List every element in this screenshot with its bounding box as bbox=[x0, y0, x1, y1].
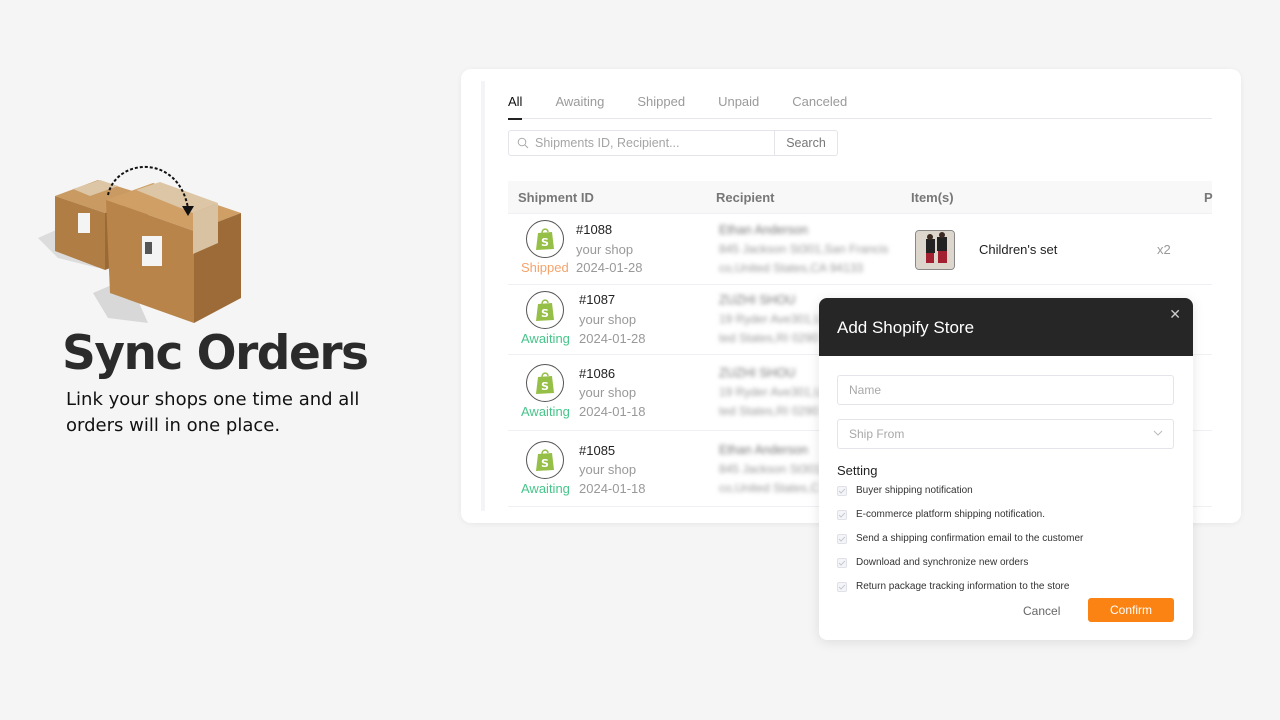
tab-awaiting[interactable]: Awaiting bbox=[555, 91, 604, 119]
status-label: Awaiting bbox=[521, 404, 570, 419]
order-date: 2024-01-18 bbox=[579, 481, 646, 496]
boxes-illustration bbox=[38, 158, 248, 328]
close-icon[interactable]: ✕ bbox=[1169, 306, 1181, 323]
recipient-address-line2: co,United States,CA 94133 bbox=[719, 261, 864, 275]
table-header: Shipment ID Recipient Item(s) P bbox=[508, 181, 1213, 214]
recipient-address-line1: 19 Ryder Ave301,U bbox=[719, 312, 823, 326]
option-return-tracking-info[interactable]: Return package tracking information to t… bbox=[837, 581, 1069, 592]
dialog-title: Add Shopify Store bbox=[837, 318, 975, 337]
svg-text:S: S bbox=[541, 457, 549, 470]
dialog-header: Add Shopify Store ✕ bbox=[819, 298, 1193, 356]
status-label: Shipped bbox=[521, 260, 569, 275]
order-date: 2024-01-28 bbox=[579, 331, 646, 346]
shipment-id[interactable]: #1085 bbox=[579, 443, 615, 458]
order-date: 2024-01-18 bbox=[579, 404, 646, 419]
checkbox[interactable] bbox=[837, 581, 847, 592]
checkbox[interactable] bbox=[837, 509, 847, 520]
recipient-address-line2: co,United States,C bbox=[719, 481, 820, 495]
status-label: Awaiting bbox=[521, 481, 570, 496]
option-ecommerce-shipping-notification[interactable]: E-commerce platform shipping notificatio… bbox=[837, 509, 1045, 520]
search-button[interactable]: Search bbox=[774, 131, 837, 155]
recipient-name: ZUZHI SHOU bbox=[719, 366, 796, 380]
order-date: 2024-01-28 bbox=[576, 260, 643, 275]
shipment-id[interactable]: #1086 bbox=[579, 366, 615, 381]
shop-name: your shop bbox=[579, 312, 637, 327]
shopify-icon: S bbox=[526, 441, 564, 479]
item-quantity: x2 bbox=[1157, 242, 1171, 257]
column-header-shipment-id: Shipment ID bbox=[518, 190, 594, 205]
hero-title: Sync Orders bbox=[62, 326, 369, 381]
cancel-button[interactable]: Cancel bbox=[1023, 604, 1060, 618]
tab-unpaid[interactable]: Unpaid bbox=[718, 91, 759, 119]
scrollbar-track bbox=[481, 81, 485, 511]
recipient-address-line1: 845 Jackson St301,San Francis bbox=[719, 242, 889, 256]
checkbox[interactable] bbox=[837, 485, 847, 496]
ship-from-select[interactable]: Ship From bbox=[837, 419, 1174, 449]
svg-text:S: S bbox=[541, 380, 549, 393]
checkbox[interactable] bbox=[837, 557, 847, 568]
recipient-info: ZUZHI SHOU 19 Ryder Ave301,U ted States,… bbox=[719, 291, 823, 348]
svg-text:S: S bbox=[541, 236, 549, 249]
ship-from-placeholder: Ship From bbox=[849, 427, 905, 441]
column-header-recipient: Recipient bbox=[716, 190, 775, 205]
recipient-info: Ethan Anderson 845 Jackson St301,San Fra… bbox=[719, 221, 888, 278]
shop-name: your shop bbox=[579, 462, 637, 477]
hero-subtitle: Link your shops one time and all orders … bbox=[66, 389, 360, 436]
confirm-button[interactable]: Confirm bbox=[1088, 598, 1174, 622]
recipient-info: ZUZHI SHOU 19 Ryder Ave301,U ted States,… bbox=[719, 364, 823, 421]
item-name: Children's set bbox=[979, 242, 1058, 257]
shop-name: your shop bbox=[576, 242, 634, 257]
shopify-icon: S bbox=[526, 220, 564, 258]
search-icon bbox=[517, 137, 529, 149]
shopify-icon: S bbox=[526, 291, 564, 329]
item-thumbnail bbox=[915, 230, 955, 270]
table-row[interactable]: S Shipped #1088 your shop 2024-01-28 Eth… bbox=[508, 215, 1212, 285]
shipment-id[interactable]: #1088 bbox=[576, 222, 612, 237]
search-input[interactable] bbox=[535, 136, 755, 150]
name-input[interactable] bbox=[837, 375, 1174, 405]
status-label: Awaiting bbox=[521, 331, 570, 346]
recipient-name: ZUZHI SHOU bbox=[719, 293, 796, 307]
chevron-down-icon bbox=[1153, 430, 1163, 436]
setting-label: Setting bbox=[837, 463, 878, 478]
shop-name: your shop bbox=[579, 385, 637, 400]
recipient-name: Ethan Anderson bbox=[719, 223, 808, 237]
column-header-items: Item(s) bbox=[911, 190, 954, 205]
recipient-address-line1: 845 Jackson St301 bbox=[719, 462, 822, 476]
add-shopify-store-dialog: Add Shopify Store ✕ Ship From Setting Bu… bbox=[819, 298, 1193, 640]
status-tabs: All Awaiting Shipped Unpaid Canceled bbox=[508, 91, 1212, 120]
recipient-name: Ethan Anderson bbox=[719, 443, 808, 457]
shipment-id[interactable]: #1087 bbox=[579, 292, 615, 307]
recipient-address-line1: 19 Ryder Ave301,U bbox=[719, 385, 823, 399]
search-field bbox=[509, 131, 774, 155]
search-bar: Search bbox=[508, 130, 838, 156]
option-shipping-confirmation-email[interactable]: Send a shipping confirmation email to th… bbox=[837, 533, 1083, 544]
tab-canceled[interactable]: Canceled bbox=[792, 91, 847, 119]
shopify-icon: S bbox=[526, 364, 564, 402]
checkbox[interactable] bbox=[837, 533, 847, 544]
column-header-price: P bbox=[1204, 190, 1213, 205]
panel-edge bbox=[1213, 69, 1241, 523]
option-buyer-shipping-notification[interactable]: Buyer shipping notification bbox=[837, 485, 973, 496]
recipient-info: Ethan Anderson 845 Jackson St301 co,Unit… bbox=[719, 441, 821, 498]
tab-shipped[interactable]: Shipped bbox=[637, 91, 685, 119]
recipient-address-line2: ted States,RI 0290 bbox=[719, 404, 819, 418]
option-download-sync-orders[interactable]: Download and synchronize new orders bbox=[837, 557, 1028, 568]
svg-text:S: S bbox=[541, 307, 549, 320]
tab-all[interactable]: All bbox=[508, 91, 523, 120]
recipient-address-line2: ted States,RI 0290 bbox=[719, 331, 819, 345]
